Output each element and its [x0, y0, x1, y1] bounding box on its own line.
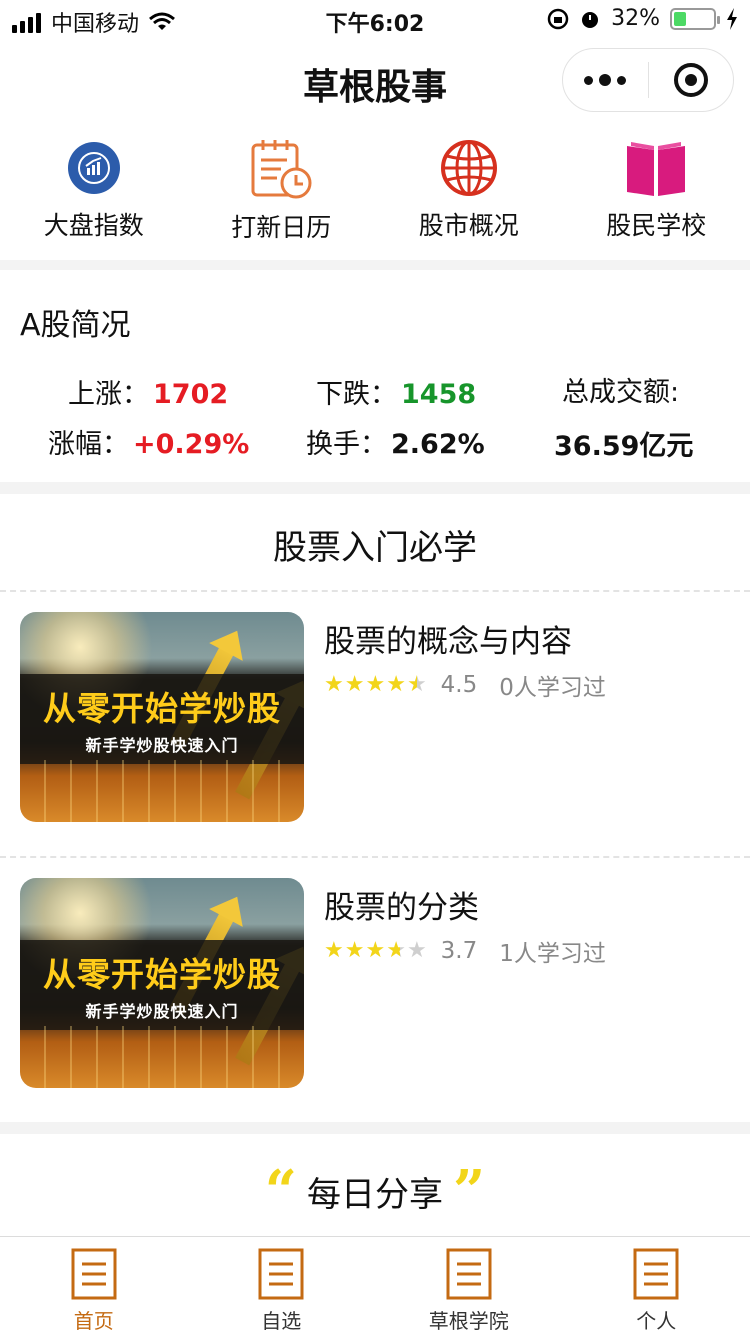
- summary-title: A股简况: [20, 308, 131, 343]
- book-icon: [627, 142, 686, 196]
- tab-bar: 首页 自选 草根学院 个人: [0, 1236, 750, 1334]
- star-icon: ★: [344, 938, 365, 963]
- daily-share-heading: “每日分享”: [0, 1158, 750, 1224]
- document-icon: [71, 1248, 117, 1300]
- star-rating: ★ ★ ★ ★ ★: [324, 940, 427, 962]
- quick-nav-label: 股市概况: [418, 211, 519, 240]
- tab-label: 首页: [73, 1309, 114, 1333]
- star-icon: ★: [324, 938, 344, 963]
- star-icon: ★: [365, 672, 386, 697]
- star-icon: ★: [365, 938, 386, 963]
- course-thumbnail: 从零开始学炒股 新手学炒股快速入门: [20, 612, 304, 822]
- course-title: 股票的概念与内容: [324, 624, 572, 660]
- calendar-clock-icon: [251, 140, 312, 199]
- turnover-rate-label: 换手：: [306, 429, 387, 460]
- quick-nav-ipo-calendar[interactable]: 打新日历: [188, 128, 376, 260]
- turnover-rate: 换手： 2.62%: [306, 422, 485, 461]
- rating-score: 4.5: [440, 672, 478, 698]
- quick-nav-investor-school[interactable]: 股民学校: [563, 128, 750, 260]
- courses-section-title: 股票入门必学: [273, 528, 477, 568]
- rise-value: 1702: [153, 379, 229, 410]
- star-icon: ★: [406, 938, 427, 963]
- thumbnail-subtitle: 新手学炒股快速入门: [85, 736, 239, 755]
- status-bar: 中国移动 下午6:02 32%: [0, 0, 750, 40]
- quick-nav-market-overview[interactable]: 股市概况: [375, 128, 563, 260]
- turnover-total-value: 36.59亿元: [554, 431, 694, 462]
- tab-profile[interactable]: 个人: [563, 1237, 750, 1334]
- rise-count: 上涨： 1702: [68, 372, 228, 411]
- alarm-icon: [582, 11, 599, 28]
- course-meta: ★ ★ ★ ★ ★ 3.7 1人学习过: [324, 934, 606, 968]
- star-rating: ★ ★ ★ ★ ★: [324, 674, 427, 696]
- tab-label: 自选: [261, 1309, 302, 1333]
- thumbnail-title: 从零开始学炒股: [43, 689, 281, 728]
- course-card[interactable]: 从零开始学炒股 新手学炒股快速入门 股票的概念与内容 ★ ★ ★ ★ ★ 4.5 0人学…: [0, 592, 750, 822]
- fall-value: 1458: [401, 379, 477, 410]
- quick-nav-market-index[interactable]: 大盘指数: [0, 128, 188, 260]
- mini-program-capsule: [562, 48, 734, 112]
- document-icon: [258, 1248, 304, 1300]
- thumbnail-title: 从零开始学炒股: [43, 955, 281, 994]
- section-divider: [0, 260, 750, 270]
- charging-icon: [727, 7, 737, 30]
- change-value: +0.29%: [133, 429, 250, 460]
- quick-nav-label: 大盘指数: [43, 211, 144, 240]
- change-percent: 涨幅： +0.29%: [48, 422, 249, 461]
- rating-score: 3.7: [440, 938, 478, 964]
- tab-watchlist[interactable]: 自选: [188, 1237, 376, 1334]
- nav-bar: 草根股事: [0, 40, 750, 126]
- daily-share-title: 每日分享: [307, 1174, 443, 1215]
- section-divider: [0, 482, 750, 494]
- star-icon: ★: [386, 938, 406, 963]
- section-divider: [0, 1122, 750, 1134]
- turnover-rate-value: 2.62%: [391, 429, 485, 460]
- close-mini-program-icon[interactable]: [649, 48, 734, 112]
- battery-icon: [670, 7, 720, 30]
- fall-label: 下跌：: [316, 379, 397, 410]
- document-icon: [633, 1248, 679, 1300]
- quick-nav-label: 股民学校: [606, 211, 707, 240]
- open-quote-icon: “: [264, 1158, 297, 1224]
- star-icon: ★: [344, 672, 365, 697]
- fall-count: 下跌： 1458: [316, 372, 476, 411]
- tab-label: 草根学院: [428, 1309, 509, 1333]
- more-options-icon[interactable]: [563, 48, 648, 112]
- thumbnail-subtitle: 新手学炒股快速入门: [85, 1002, 239, 1021]
- change-label: 涨幅：: [48, 429, 129, 460]
- learner-count: 0人学习过: [499, 675, 606, 701]
- course-card[interactable]: 从零开始学炒股 新手学炒股快速入门 股票的分类 ★ ★ ★ ★ ★ 3.7 1人学习过: [0, 858, 750, 1088]
- quick-nav: 大盘指数 打新日历 股市概况 股民学校: [0, 128, 750, 260]
- turnover-total-label: 总成交额:: [562, 377, 680, 408]
- course-meta: ★ ★ ★ ★ ★ 4.5 0人学习过: [324, 668, 606, 702]
- course-title: 股票的分类: [324, 890, 479, 926]
- rotation-lock-icon: [547, 8, 569, 29]
- learner-count: 1人学习过: [499, 941, 606, 967]
- star-icon: ★: [324, 672, 344, 697]
- chart-circle-icon: [67, 142, 120, 194]
- rise-label: 上涨：: [68, 379, 149, 410]
- quick-nav-label: 打新日历: [231, 213, 332, 242]
- course-thumbnail: 从零开始学炒股 新手学炒股快速入门: [20, 878, 304, 1088]
- tab-label: 个人: [636, 1309, 677, 1333]
- globe-icon: [440, 140, 497, 196]
- star-icon: ★: [386, 672, 406, 697]
- a-share-summary: A股简况 上涨： 1702 下跌： 1458 总成交额: 涨幅： +0.29% 换手：…: [0, 270, 750, 482]
- tab-academy[interactable]: 草根学院: [375, 1237, 563, 1334]
- tab-home[interactable]: 首页: [0, 1237, 188, 1334]
- document-icon: [446, 1248, 492, 1300]
- battery-percent: 32%: [611, 6, 660, 31]
- star-icon: ★: [406, 672, 427, 697]
- close-quote-icon: ”: [453, 1158, 486, 1224]
